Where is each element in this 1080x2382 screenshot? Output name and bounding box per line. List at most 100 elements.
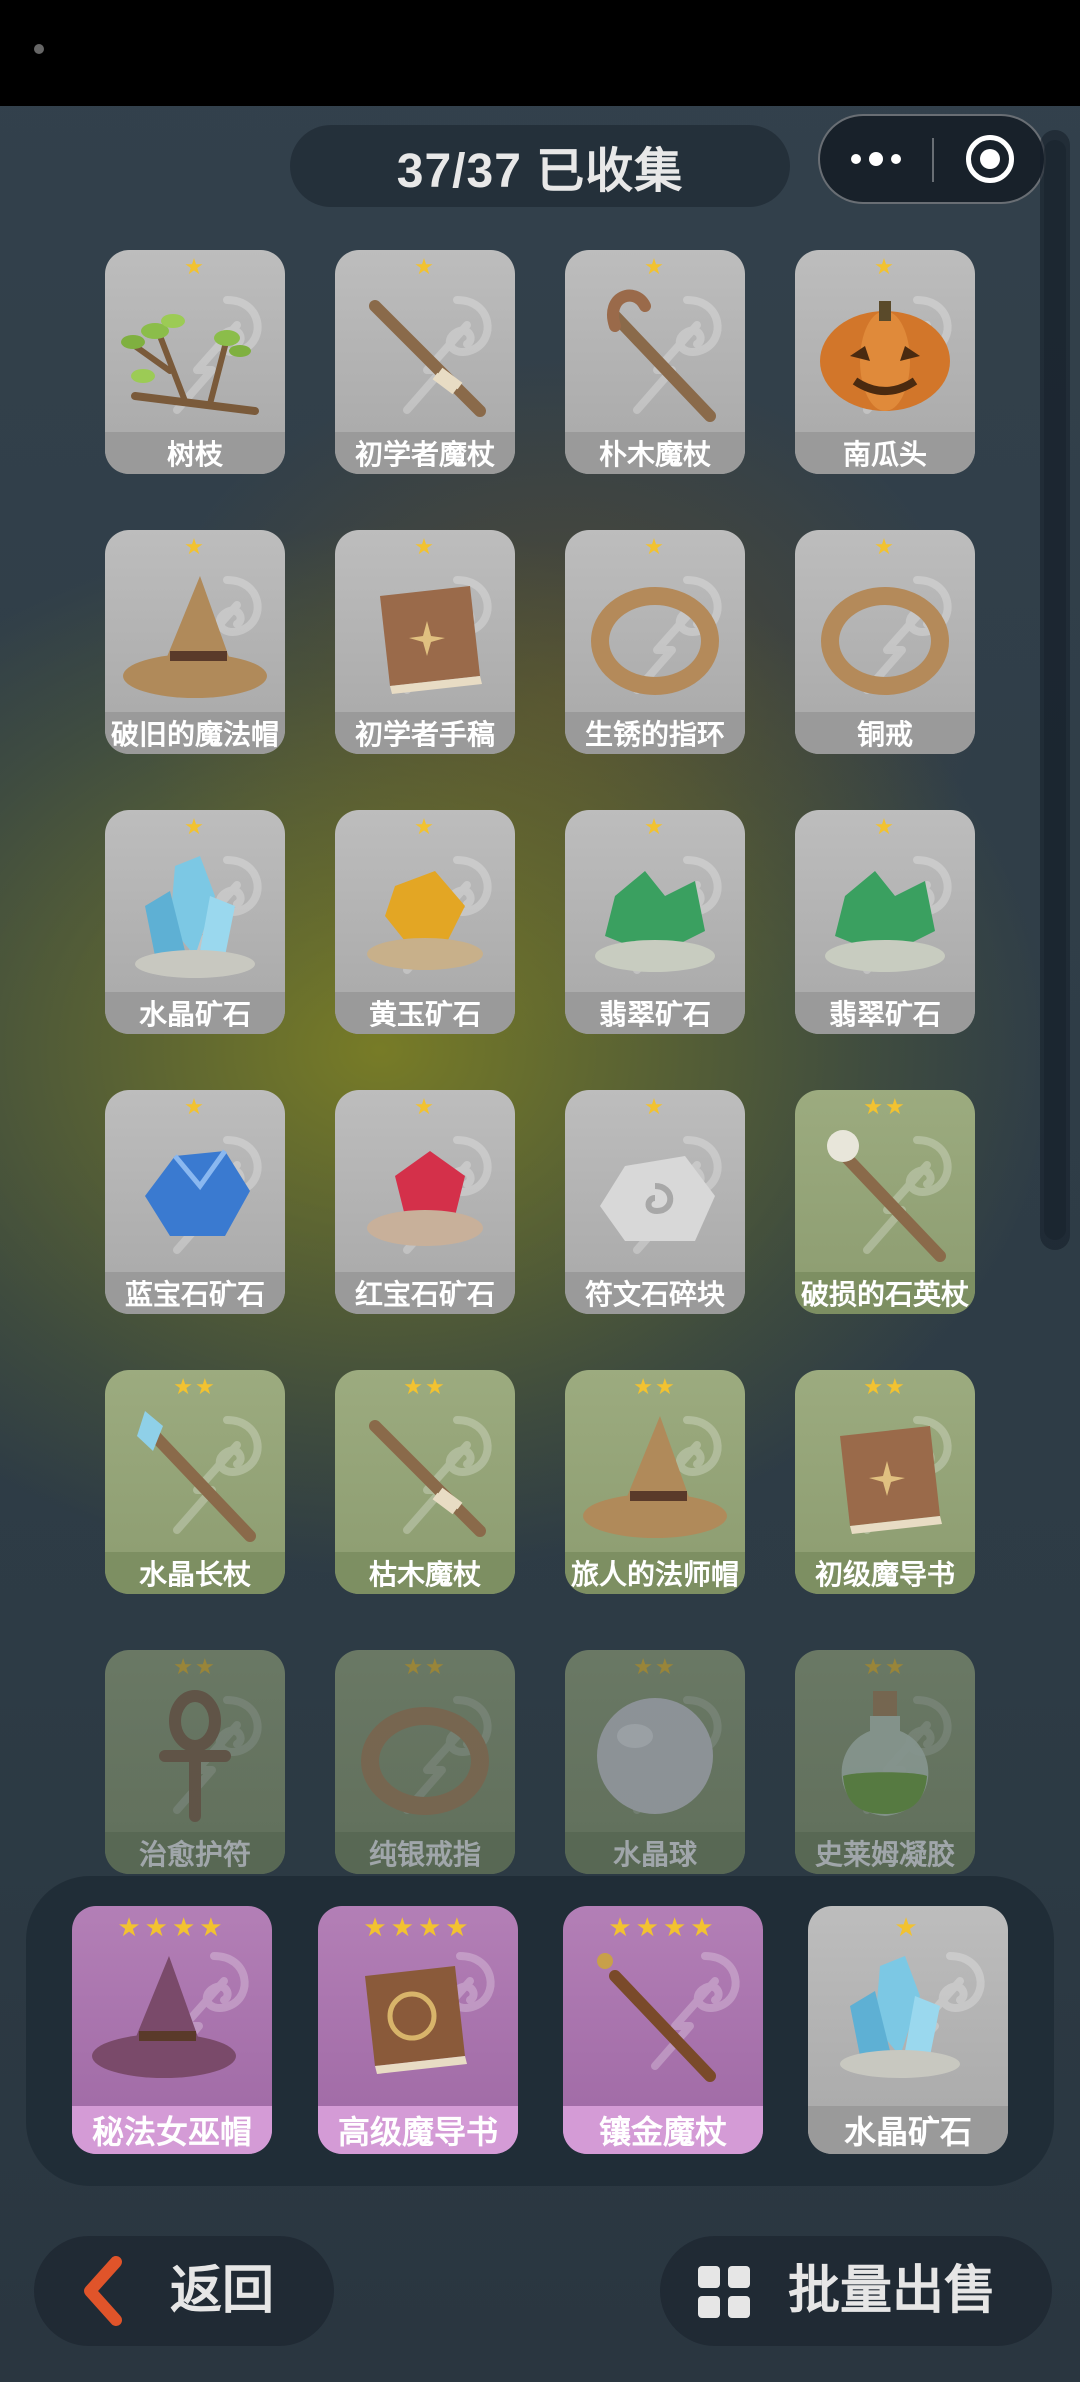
collection-card[interactable]: ★★★★ 秘法女巫帽 [72, 1906, 272, 2154]
collection-card[interactable]: ★ 破旧的魔法帽 [105, 530, 285, 754]
collection-card[interactable]: ★★ 旅人的法师帽 [565, 1370, 745, 1594]
collection-card[interactable]: ★ 红宝石矿石 [335, 1090, 515, 1314]
quartz-staff-icon [827, 1130, 946, 1262]
collection-card[interactable]: ★★ 纯银戒指 [335, 1650, 515, 1874]
emerald-icon [825, 871, 945, 972]
collection-card[interactable]: ★ 朴木魔杖 [565, 250, 745, 474]
sapphire-icon [145, 1149, 250, 1236]
collection-card[interactable]: ★ 初学者手稿 [335, 530, 515, 754]
collection-card[interactable]: ★ 翡翠矿石 [565, 810, 745, 1034]
emerald-icon [595, 871, 715, 972]
item-label: 破旧的魔法帽 [105, 712, 285, 754]
grid-icon [698, 2266, 750, 2318]
collection-counter: 37/37 已收集 [290, 125, 790, 207]
item-label: 翡翠矿石 [565, 992, 745, 1034]
collection-card[interactable]: ★★ 水晶长杖 [105, 1370, 285, 1594]
collection-card[interactable]: ★★ 枯木魔杖 [335, 1370, 515, 1594]
item-label: 水晶矿石 [105, 992, 285, 1034]
item-label: 蓝宝石矿石 [105, 1272, 285, 1314]
rarity-stars: ★★ [403, 1374, 447, 1399]
book-icon [380, 586, 482, 694]
item-label: 南瓜头 [795, 432, 975, 474]
item-label: 水晶球 [565, 1832, 745, 1874]
item-label: 生锈的指环 [565, 712, 745, 754]
topaz-icon [367, 871, 483, 970]
capsule-divider [932, 138, 934, 182]
item-label: 初学者魔杖 [335, 432, 515, 474]
branch-icon [121, 314, 259, 415]
rarity-stars: ★ [644, 1094, 666, 1119]
collection-card[interactable]: ★★★★ 高级魔导书 [318, 1906, 518, 2154]
crystal-icon [840, 1956, 960, 2078]
collection-card[interactable]: ★ 蓝宝石矿石 [105, 1090, 285, 1314]
ring-icon [591, 587, 719, 695]
collection-card[interactable]: ★★ 初级魔导书 [795, 1370, 975, 1594]
potion-icon [841, 1691, 929, 1816]
rarity-stars: ★ [414, 534, 436, 559]
back-label: 返回 [170, 2262, 275, 2320]
collection-card[interactable]: ★★ 治愈护符 [105, 1650, 285, 1874]
collection-card[interactable]: ★ 符文石碎块 [565, 1090, 745, 1314]
collection-card[interactable]: ★ 水晶矿石 [808, 1906, 1008, 2154]
rarity-stars: ★★ [633, 1374, 677, 1399]
item-label: 翡翠矿石 [795, 992, 975, 1034]
collection-card[interactable]: ★ 南瓜头 [795, 250, 975, 474]
rarity-stars: ★★ [633, 1654, 677, 1679]
item-label: 符文石碎块 [565, 1272, 745, 1314]
rarity-stars: ★ [414, 814, 436, 839]
rarity-stars: ★ [644, 254, 666, 279]
collection-card[interactable]: ★ 黄玉矿石 [335, 810, 515, 1034]
gold-wand-icon [597, 1953, 716, 2082]
rarity-stars: ★ [414, 1094, 436, 1119]
collection-card[interactable]: ★ 树枝 [105, 250, 285, 474]
grimoire-icon [365, 1966, 467, 2074]
close-miniprogram-button[interactable] [966, 135, 1014, 183]
item-label: 镶金魔杖 [563, 2106, 763, 2154]
book-icon [840, 1426, 942, 1534]
item-label: 旅人的法师帽 [565, 1552, 745, 1594]
collection-card[interactable]: ★★★★ 镶金魔杖 [563, 1906, 763, 2154]
hat-icon [583, 1416, 727, 1538]
collection-card[interactable]: ★ 翡翠矿石 [795, 810, 975, 1034]
ring-icon [361, 1707, 489, 1815]
rarity-stars: ★★ [173, 1374, 217, 1399]
collection-card[interactable]: ★ 铜戒 [795, 530, 975, 754]
hat-icon [123, 576, 267, 698]
item-label: 树枝 [105, 432, 285, 474]
item-label: 铜戒 [795, 712, 975, 754]
bulk-sell-button[interactable]: 批量出售 [660, 2236, 1052, 2346]
scrollbar-thumb[interactable] [1044, 140, 1066, 1240]
crystal-icon [135, 856, 255, 978]
rarity-stars: ★ [874, 534, 896, 559]
runestone-icon [600, 1156, 715, 1241]
item-label: 水晶矿石 [808, 2106, 1008, 2154]
collection-card[interactable]: ★ 水晶矿石 [105, 810, 285, 1034]
collection-card[interactable]: ★ 生锈的指环 [565, 530, 745, 754]
scrollbar[interactable] [1040, 130, 1070, 1250]
back-button[interactable]: 返回 [34, 2236, 334, 2346]
collection-card[interactable]: ★★ 水晶球 [565, 1650, 745, 1874]
page-title: 37/37 已收集 [396, 145, 684, 198]
item-label: 黄玉矿石 [335, 992, 515, 1034]
wand-icon [369, 1420, 486, 1537]
item-label: 红宝石矿石 [335, 1272, 515, 1314]
wand-icon [369, 300, 486, 417]
rarity-stars: ★ [184, 534, 206, 559]
item-label: 朴木魔杖 [565, 432, 745, 474]
rarity-stars: ★★ [403, 1654, 447, 1679]
more-button[interactable] [820, 116, 932, 202]
chevron-left-icon [84, 2256, 122, 2326]
collection-card[interactable]: ★★ 史莱姆凝胶 [795, 1650, 975, 1874]
staff-icon [607, 289, 716, 422]
collection-card[interactable]: ★ 初学者魔杖 [335, 250, 515, 474]
item-label: 水晶长杖 [105, 1552, 285, 1594]
item-label: 史莱姆凝胶 [795, 1832, 975, 1874]
orb-icon [597, 1698, 713, 1814]
collection-card[interactable]: ★★ 破损的石英杖 [795, 1090, 975, 1314]
rarity-stars: ★ [414, 254, 436, 279]
status-bar [0, 0, 1080, 106]
item-label: 秘法女巫帽 [72, 2106, 272, 2154]
rarity-stars: ★ [644, 814, 666, 839]
ankh-icon [159, 1690, 231, 1822]
camera-dot [34, 44, 44, 54]
